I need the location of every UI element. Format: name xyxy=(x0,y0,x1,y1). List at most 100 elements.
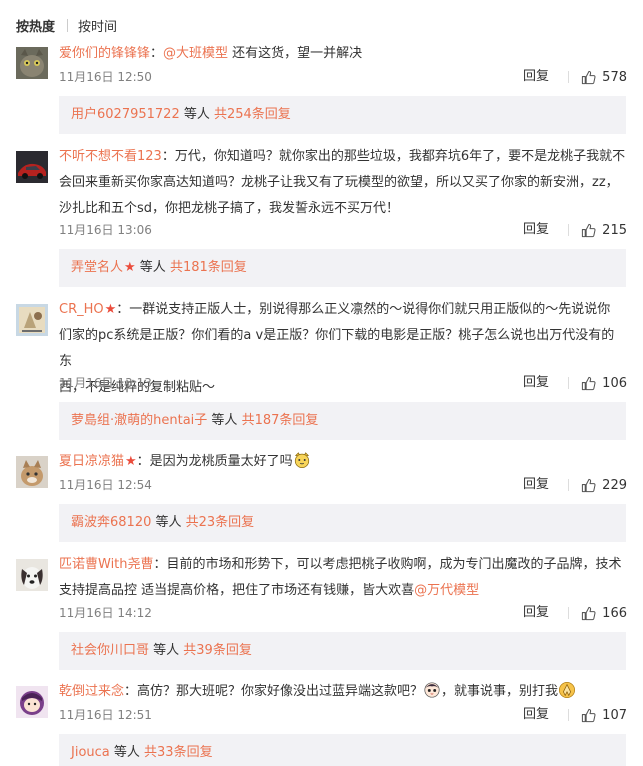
sub-reply-user[interactable]: 萝島组·澈萌的hentai子 xyxy=(71,413,207,428)
comment-meta: 11月16日 12:54 回复 229 xyxy=(59,475,627,495)
sort-by-hot-tab[interactable]: 按热度 xyxy=(16,16,55,35)
like-button[interactable]: 578 xyxy=(581,67,627,87)
sub-reply-summary[interactable]: 用户6027951722 等人 共254条回复 xyxy=(59,96,626,134)
thumbs-up-icon xyxy=(582,708,596,722)
sub-reply-summary[interactable]: Jiouca 等人 共33条回复 xyxy=(59,734,626,766)
comment-username[interactable]: 匹诺曹With尧曹 xyxy=(59,557,154,572)
sub-reply-text: 等人 xyxy=(149,643,184,658)
avatar[interactable] xyxy=(16,304,48,336)
like-button[interactable]: 106 xyxy=(581,373,627,393)
comment-text-segment: ： xyxy=(150,46,164,61)
like-count: 166 xyxy=(602,605,627,621)
sub-reply-summary[interactable]: 弄堂名人★ 等人 共181条回复 xyxy=(59,249,626,287)
comment-meta: 11月16日 13:13 回复 106 xyxy=(59,373,627,393)
sub-reply-user[interactable]: 霸波奔68120 xyxy=(71,515,151,530)
comment-text-line: 们家的pc系统是正版？你们看的a v是正版？你们下载的电影是正版？桃子怎么说也出… xyxy=(59,328,615,369)
comment-text-line: 支持提高品控 适当提高价格，把住了市场还有钱赚，皆大欢喜 xyxy=(59,583,415,598)
thumbs-up-icon xyxy=(582,223,596,237)
comment-time: 11月16日 12:50 xyxy=(59,70,152,84)
comment-text-segment: ：是因为龙桃质量太好了吗 xyxy=(136,454,293,469)
star-icon: ★ xyxy=(104,302,117,317)
reply-button[interactable]: 回复 xyxy=(523,603,549,623)
comment-username[interactable]: 乾倒过来念 xyxy=(59,684,124,699)
meta-divider xyxy=(568,377,569,389)
sub-reply-summary[interactable]: 萝島组·澈萌的hentai子 等人 共187条回复 xyxy=(59,402,626,440)
comment-meta: 11月16日 14:12 回复 166 xyxy=(59,603,627,623)
avatar[interactable] xyxy=(16,686,48,718)
like-count: 106 xyxy=(602,375,627,391)
comment-text: 匹诺曹With尧曹：目前的市场和形势下，可以考虑把桃子收购啊，成为专门出魔改的子… xyxy=(59,552,627,604)
sub-reply-text: 等人 xyxy=(151,515,186,530)
sub-reply-user[interactable]: 弄堂名人 xyxy=(71,260,123,275)
avatar[interactable] xyxy=(16,47,48,79)
comment-text-line: ：一群说支持正版人士，别说得那么正义凛然的～说得你们就只用正版似的～先说说你 xyxy=(116,302,611,317)
sort-bar: 按热度 按时间 xyxy=(16,15,117,35)
comment-text: 不听不想不看123：万代，你知道吗？就你家出的那些垃圾，我都弃坑6年了，要不是龙… xyxy=(59,144,627,222)
comment-text-segment: ，就事说事，别打我 xyxy=(441,684,559,699)
sub-reply-user[interactable]: 用户6027951722 xyxy=(71,107,180,122)
comment-text: 爱你们的锋锋锋：@大班模型 还有这货，望一并解决 xyxy=(59,41,627,67)
like-count: 107 xyxy=(602,707,627,723)
comment-time: 11月16日 13:13 xyxy=(59,376,152,390)
comment-text-segment: ：高仿？那大班呢？你家好像没出过蓝异端这款吧？ xyxy=(124,684,424,699)
comment-username[interactable]: 爱你们的锋锋锋 xyxy=(59,46,150,61)
comment-text: 夏日凉凉猫★：是因为龙桃质量太好了吗 xyxy=(59,449,627,475)
avatar[interactable] xyxy=(16,151,48,183)
mention-link[interactable]: @万代模型 xyxy=(414,583,479,598)
like-count: 229 xyxy=(602,477,627,493)
thumbs-up-icon xyxy=(582,478,596,492)
sub-reply-summary[interactable]: 社会你川口哥 等人 共39条回复 xyxy=(59,632,626,670)
comment-meta: 11月16日 12:51 回复 107 xyxy=(59,705,627,725)
comment-time: 11月16日 14:12 xyxy=(59,606,152,620)
comment-text-line: 会回来重新买你家高达知道吗？龙桃子让我又有了玩模型的欲望，所以又买了你家的新安洲… xyxy=(59,175,619,190)
sub-reply-summary[interactable]: 霸波奔68120 等人 共23条回复 xyxy=(59,504,626,542)
comment-time: 11月16日 13:06 xyxy=(59,223,152,237)
star-icon: ★ xyxy=(124,260,136,275)
sub-reply-count-link[interactable]: 共254条回复 xyxy=(214,107,291,122)
comment-username[interactable]: CR_HO xyxy=(59,302,104,317)
meta-divider xyxy=(568,709,569,721)
comment-time: 11月16日 12:54 xyxy=(59,478,152,492)
sub-reply-text: 等人 xyxy=(109,745,145,760)
avatar[interactable] xyxy=(16,456,48,488)
praying-hands-emoji-icon xyxy=(559,681,576,699)
sub-reply-count-link[interactable]: 共23条回复 xyxy=(186,515,255,530)
comment-text-line: ：万代，你知道吗？就你家出的那些垃圾，我都弃坑6年了，要不是龙桃子我就不 xyxy=(161,149,626,164)
thumbs-up-icon xyxy=(582,70,596,84)
anime-face-emoji-icon xyxy=(424,682,440,698)
reply-button[interactable]: 回复 xyxy=(523,67,549,87)
sub-reply-count-link[interactable]: 共181条回复 xyxy=(170,260,247,275)
sub-reply-text: 等人 xyxy=(207,413,242,428)
like-button[interactable]: 166 xyxy=(581,603,627,623)
comment-meta: 11月16日 12:50 回复 578 xyxy=(59,67,627,87)
cat-face-emoji-icon xyxy=(294,452,309,469)
sub-reply-count-link[interactable]: 共187条回复 xyxy=(242,413,319,428)
comment-username[interactable]: 夏日凉凉猫 xyxy=(59,454,124,469)
meta-divider xyxy=(568,479,569,491)
comment-meta: 11月16日 13:06 回复 215 xyxy=(59,220,627,240)
sub-reply-text: 等人 xyxy=(179,107,214,122)
sub-reply-count-link[interactable]: 共39条回复 xyxy=(183,643,252,658)
comment-username[interactable]: 不听不想不看123 xyxy=(59,149,162,164)
avatar[interactable] xyxy=(16,559,48,591)
sub-reply-text: 等人 xyxy=(135,260,170,275)
comment-text-segment: 还有这货，望一并解决 xyxy=(228,46,363,61)
sort-by-time-tab[interactable]: 按时间 xyxy=(78,16,117,35)
reply-button[interactable]: 回复 xyxy=(523,475,549,495)
reply-button[interactable]: 回复 xyxy=(523,220,549,240)
like-button[interactable]: 215 xyxy=(581,220,627,240)
like-button[interactable]: 229 xyxy=(581,475,627,495)
thumbs-up-icon xyxy=(582,606,596,620)
like-count: 578 xyxy=(602,69,627,85)
star-icon: ★ xyxy=(125,454,137,469)
reply-button[interactable]: 回复 xyxy=(523,705,549,725)
mention-link[interactable]: @大班模型 xyxy=(163,46,228,61)
reply-button[interactable]: 回复 xyxy=(523,373,549,393)
like-button[interactable]: 107 xyxy=(581,705,627,725)
like-count: 215 xyxy=(602,222,627,238)
meta-divider xyxy=(568,607,569,619)
sub-reply-user[interactable]: 社会你川口哥 xyxy=(71,643,149,658)
sub-reply-count-link[interactable]: 共33条回复 xyxy=(144,745,213,760)
sub-reply-user[interactable]: Jiouca xyxy=(71,745,110,760)
comment-text-line: 沙扎比和五个sd，你把龙桃子搞了，我发誓永远不买万代！ xyxy=(59,201,400,216)
